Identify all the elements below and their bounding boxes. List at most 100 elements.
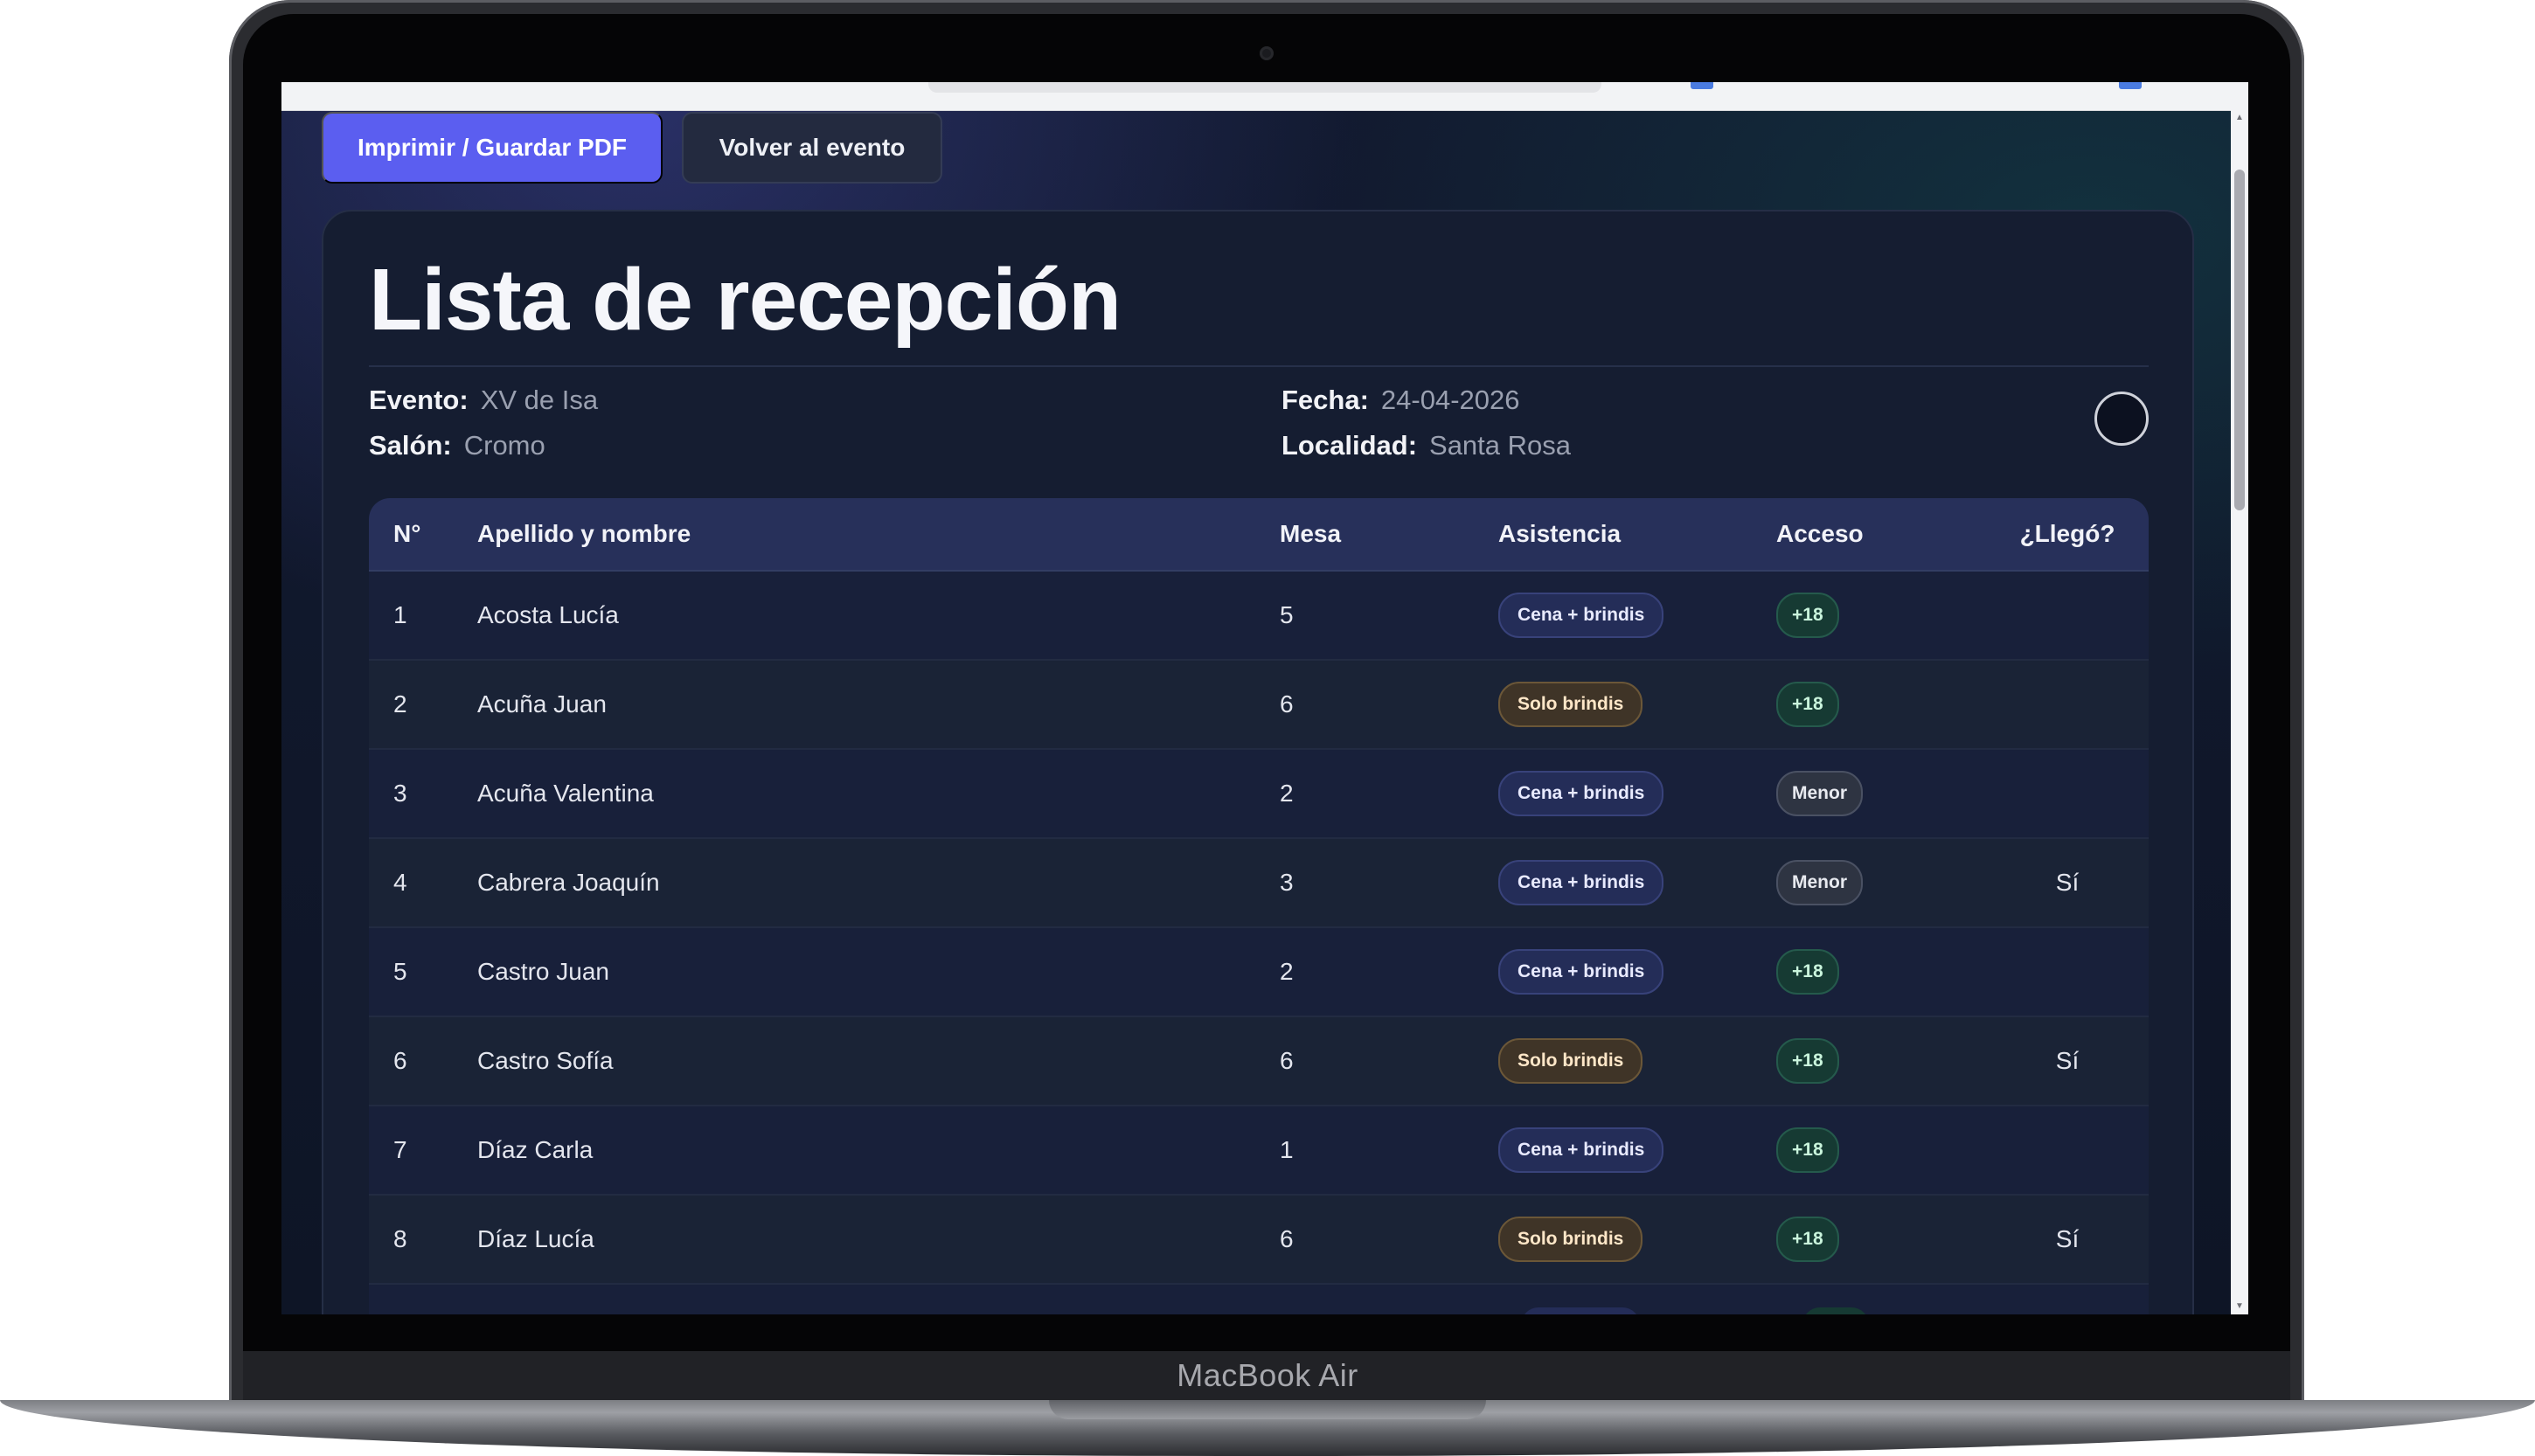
title-divider [369, 365, 2149, 367]
cell-mesa: 2 [1280, 780, 1294, 807]
acceso-badge: +18 [1776, 1217, 1839, 1262]
meta-evento-value: XV de Isa [480, 385, 599, 415]
cell-name: Cabrera Joaquín [477, 869, 660, 896]
cell-name: Díaz Carla [477, 1136, 594, 1163]
table-row[interactable]: 7 Díaz Carla 1 Cena + brindis +18 [369, 1106, 2149, 1196]
status-circle-toggle[interactable] [2094, 392, 2149, 446]
cell-num: 1 [393, 601, 407, 628]
cell-mesa: 6 [1280, 1047, 1294, 1074]
cell-llego[interactable]: Sí [1986, 869, 2149, 897]
cell-llego[interactable]: Sí [1986, 1225, 2149, 1253]
cell-name: Castro Sofía [477, 1047, 614, 1074]
table-row[interactable]: 5 Castro Juan 2 Cena + brindis +18 [369, 928, 2149, 1017]
cell-num: 3 [393, 780, 407, 807]
device-brand-label: MacBook Air [1177, 1357, 1358, 1393]
camera-icon [1260, 46, 1274, 60]
cell-mesa: 5 [1280, 601, 1294, 628]
table-row[interactable]: 4 Cabrera Joaquín 3 Cena + brindis Menor… [369, 839, 2149, 928]
cell-num: 5 [393, 958, 407, 985]
back-to-event-button[interactable]: Volver al evento [682, 112, 942, 184]
cell-mesa: 6 [1280, 1225, 1294, 1252]
cell-acceso: +18 [1776, 1127, 1986, 1173]
cell-asistencia: Solo brindis [1498, 682, 1776, 727]
cell-acceso: +18 [1776, 593, 1986, 638]
cell-num: 2 [393, 690, 407, 718]
cell-asistencia: Cena + brindis [1498, 949, 1776, 995]
meta-salon-value: Cromo [463, 430, 545, 461]
cell-num: 7 [393, 1136, 407, 1163]
acceso-badge: +18 [1776, 1127, 1839, 1173]
acceso-badge: Menor [1776, 860, 1863, 905]
cell-num: 4 [393, 869, 407, 896]
cell-asistencia: Solo brindis [1498, 1038, 1776, 1084]
cell-acceso: +18 [1776, 682, 1986, 727]
cell-asistencia: Solo brindis [1498, 1217, 1776, 1262]
header-num[interactable]: N° [369, 520, 477, 548]
cell-mesa: 1 [1280, 1136, 1294, 1163]
asistencia-badge: Solo brindis [1498, 1217, 1643, 1262]
cell-acceso: +18 [1776, 949, 1986, 995]
asistencia-badge: Cena + brindis [1498, 1127, 1664, 1173]
cell-name: Acosta Lucía [477, 601, 619, 628]
scrollbar[interactable]: ▲ ▼ [2231, 110, 2248, 1314]
meta-evento-label: Evento: [369, 385, 469, 415]
scroll-up-icon[interactable]: ▲ [2234, 112, 2245, 124]
header-mesa[interactable]: Mesa [1280, 520, 1498, 548]
acceso-badge: +18 [1776, 949, 1839, 995]
cell-name: Castro Juan [477, 958, 609, 985]
cell-num: 6 [393, 1047, 407, 1074]
cell-asistencia: Cena + brindis [1498, 1127, 1776, 1173]
cell-name: Díaz Lucía [477, 1225, 594, 1252]
reception-list-card: Lista de recepción Evento: XV de Isa Saló… [322, 210, 2194, 1314]
table-row[interactable]: 2 Acuña Juan 6 Solo brindis +18 [369, 661, 2149, 750]
scrollbar-thumb[interactable] [2234, 170, 2245, 510]
cell-name: Acuña Juan [477, 690, 607, 718]
header-name[interactable]: Apellido y nombre [477, 520, 1280, 548]
asistencia-badge: Cena + brindis [1498, 771, 1664, 816]
meta-fecha-value: 24-04-2026 [1380, 385, 1520, 415]
table-row[interactable]: 6 Castro Sofía 6 Solo brindis +18 Sí [369, 1017, 2149, 1106]
address-bar[interactable] [928, 82, 1601, 93]
screen: Imprimir / Guardar PDF Volver al evento … [281, 82, 2248, 1314]
cell-acceso: Menor [1776, 860, 1986, 905]
asistencia-badge: Solo brindis [1498, 1038, 1643, 1084]
browser-toolbar [281, 82, 2248, 111]
header-llego[interactable]: ¿Llegó? [1986, 520, 2149, 548]
asistencia-badge: Cena + brindis [1498, 860, 1664, 905]
print-pdf-button[interactable]: Imprimir / Guardar PDF [322, 112, 663, 184]
table-row[interactable]: 3 Acuña Valentina 2 Cena + brindis Menor [369, 750, 2149, 839]
cell-mesa: 3 [1280, 869, 1294, 896]
cell-name: Acuña Valentina [477, 780, 654, 807]
asistencia-badge: Cena + brindis [1498, 593, 1664, 638]
profile-icon[interactable] [2119, 82, 2142, 89]
cell-llego[interactable]: Sí [1986, 1047, 2149, 1075]
table-row[interactable]: 1 Acosta Lucía 5 Cena + brindis +18 [369, 572, 2149, 661]
table-row[interactable]: 8 Díaz Lucía 6 Solo brindis +18 Sí [369, 1196, 2149, 1285]
scroll-down-icon[interactable]: ▼ [2234, 1300, 2245, 1313]
meta-fecha-label: Fecha: [1281, 385, 1369, 415]
asistencia-badge: Cena + brindis [1498, 949, 1664, 995]
meta-salon-label: Salón: [369, 430, 452, 461]
meta-localidad-label: Localidad: [1281, 430, 1418, 461]
acceso-badge-partial [1802, 1307, 1869, 1314]
guest-table: N° Apellido y nombre Mesa Asistencia Acc… [369, 498, 2149, 1314]
acceso-badge: +18 [1776, 1038, 1839, 1084]
asistencia-badge: Solo brindis [1498, 682, 1643, 727]
header-acceso[interactable]: Acceso [1776, 520, 1986, 548]
extension-icon[interactable] [1691, 82, 1713, 89]
cell-acceso: +18 [1776, 1038, 1986, 1084]
meta-localidad: Localidad: Santa Rosa [1281, 430, 1571, 461]
cell-asistencia: Cena + brindis [1498, 593, 1776, 638]
cell-asistencia: Cena + brindis [1498, 771, 1776, 816]
cell-mesa: 2 [1280, 958, 1294, 985]
meta-salon: Salón: Cromo [369, 430, 545, 461]
acceso-badge: Menor [1776, 771, 1863, 816]
header-asistencia[interactable]: Asistencia [1498, 520, 1776, 548]
page-title: Lista de recepción [369, 251, 1122, 349]
cell-asistencia: Cena + brindis [1498, 860, 1776, 905]
table-row-partial[interactable] [369, 1285, 2149, 1314]
meta-evento: Evento: XV de Isa [369, 385, 598, 416]
table-header: N° Apellido y nombre Mesa Asistencia Acc… [369, 498, 2149, 572]
cell-mesa: 6 [1280, 690, 1294, 718]
cell-acceso: Menor [1776, 771, 1986, 816]
